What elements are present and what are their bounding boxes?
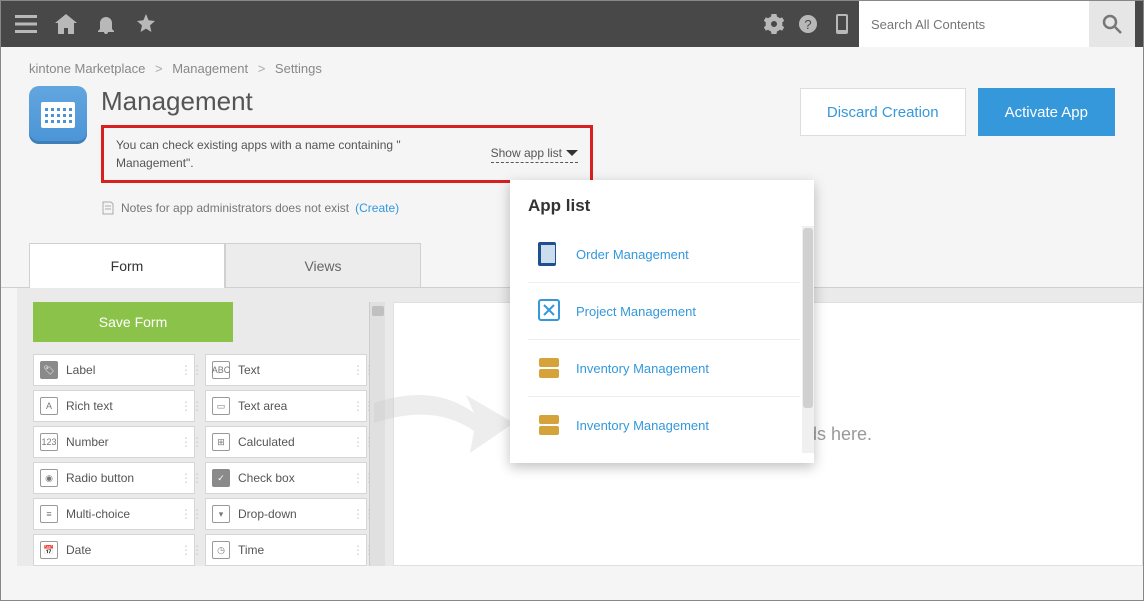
star-icon[interactable] [129, 7, 163, 41]
gear-icon[interactable] [757, 7, 791, 41]
bell-icon[interactable] [89, 7, 123, 41]
field-label: Number [66, 435, 109, 449]
grip-icon: ⋮⋮ [352, 363, 362, 377]
field-label: Calculated [238, 435, 295, 449]
app-list-popover: App list Order Management Project Managem… [510, 180, 814, 463]
app-list-item[interactable]: Inventory Management [528, 339, 800, 396]
field-palette-item[interactable]: 🏷 Label ⋮⋮ [33, 354, 195, 386]
discard-button[interactable]: Discard Creation [800, 88, 966, 136]
menu-icon[interactable] [9, 7, 43, 41]
topbar: ? [1, 1, 1143, 47]
note-icon [101, 201, 115, 215]
field-label: Drop-down [238, 507, 297, 521]
save-form-button[interactable]: Save Form [33, 302, 233, 342]
field-type-icon: ⊞ [212, 433, 230, 451]
grip-icon: ⋮⋮ [180, 543, 190, 557]
grip-icon: ⋮⋮ [352, 471, 362, 485]
field-type-icon: 🏷 [40, 361, 58, 379]
field-label: Rich text [66, 399, 113, 413]
mobile-icon[interactable] [825, 7, 859, 41]
app-item-icon [536, 297, 564, 325]
field-type-icon: ◷ [212, 541, 230, 559]
app-item-label: Project Management [576, 304, 696, 319]
field-label: Date [66, 543, 91, 557]
field-label: Text [238, 363, 260, 377]
grip-icon: ⋮⋮ [180, 435, 190, 449]
search-wrap [859, 1, 1135, 47]
field-label: Label [66, 363, 95, 377]
create-note-link[interactable]: (Create) [355, 201, 399, 215]
field-type-icon: A [40, 397, 58, 415]
app-item-icon [536, 411, 564, 439]
grip-icon: ⋮⋮ [352, 543, 362, 557]
breadcrumb-item[interactable]: kintone Marketplace [29, 61, 145, 76]
field-palette-item[interactable]: ◷ Time ⋮⋮ [205, 534, 367, 566]
field-palette-item[interactable]: A Rich text ⋮⋮ [33, 390, 195, 422]
field-palette-item[interactable]: ✓ Check box ⋮⋮ [205, 462, 367, 494]
grip-icon: ⋮⋮ [352, 435, 362, 449]
field-type-icon: ▭ [212, 397, 230, 415]
app-icon [29, 86, 87, 144]
app-list-item[interactable]: Project Management [528, 282, 800, 339]
field-palette-item[interactable]: 📅 Date ⋮⋮ [33, 534, 195, 566]
svg-text:?: ? [804, 17, 811, 32]
breadcrumb-item[interactable]: Management [172, 61, 248, 76]
app-item-icon [536, 240, 564, 268]
field-label: Radio button [66, 471, 134, 485]
home-icon[interactable] [49, 7, 83, 41]
activate-button[interactable]: Activate App [978, 88, 1115, 136]
search-input[interactable] [859, 1, 1089, 47]
field-label: Check box [238, 471, 295, 485]
breadcrumb-item: Settings [275, 61, 322, 76]
field-type-icon: ABC [212, 361, 230, 379]
field-palette-item[interactable]: ▭ Text area ⋮⋮ [205, 390, 367, 422]
field-palette-item[interactable]: ⊞ Calculated ⋮⋮ [205, 426, 367, 458]
grip-icon: ⋮⋮ [180, 507, 190, 521]
field-type-icon: 123 [40, 433, 58, 451]
app-list-item[interactable]: Inventory Management [528, 396, 800, 453]
field-label: Time [238, 543, 264, 557]
show-app-list-toggle[interactable]: Show app list [491, 146, 578, 163]
field-type-icon: ◉ [40, 469, 58, 487]
grip-icon: ⋮⋮ [352, 507, 362, 521]
app-item-label: Inventory Management [576, 418, 709, 433]
drop-arrow-icon [374, 383, 514, 473]
field-palette-item[interactable]: 123 Number ⋮⋮ [33, 426, 195, 458]
chevron-down-icon [566, 148, 578, 158]
field-palette-item[interactable]: ABC Text ⋮⋮ [205, 354, 367, 386]
hint-box: You can check existing apps with a name … [101, 125, 593, 183]
grip-icon: ⋮⋮ [180, 363, 190, 377]
tab-views[interactable]: Views [225, 243, 421, 287]
grip-icon: ⋮⋮ [352, 399, 362, 413]
popover-scrollbar[interactable] [802, 226, 814, 453]
field-palette-item[interactable]: ≡ Multi-choice ⋮⋮ [33, 498, 195, 530]
help-icon[interactable]: ? [791, 7, 825, 41]
field-label: Text area [238, 399, 287, 413]
popover-title: App list [528, 196, 814, 216]
search-button[interactable] [1089, 1, 1135, 47]
tab-form[interactable]: Form [29, 243, 225, 287]
app-list-item[interactable]: Order Management [528, 226, 800, 282]
field-palette-item[interactable]: ▾ Drop-down ⋮⋮ [205, 498, 367, 530]
grip-icon: ⋮⋮ [180, 471, 190, 485]
field-palette-item[interactable]: ◉ Radio button ⋮⋮ [33, 462, 195, 494]
field-label: Multi-choice [66, 507, 130, 521]
app-item-icon [536, 354, 564, 382]
grip-icon: ⋮⋮ [180, 399, 190, 413]
breadcrumb: kintone Marketplace > Management > Setti… [1, 47, 1143, 86]
field-type-icon: ▾ [212, 505, 230, 523]
app-item-label: Order Management [576, 247, 689, 262]
field-type-icon: ≡ [40, 505, 58, 523]
field-type-icon: ✓ [212, 469, 230, 487]
app-item-label: Inventory Management [576, 361, 709, 376]
field-type-icon: 📅 [40, 541, 58, 559]
